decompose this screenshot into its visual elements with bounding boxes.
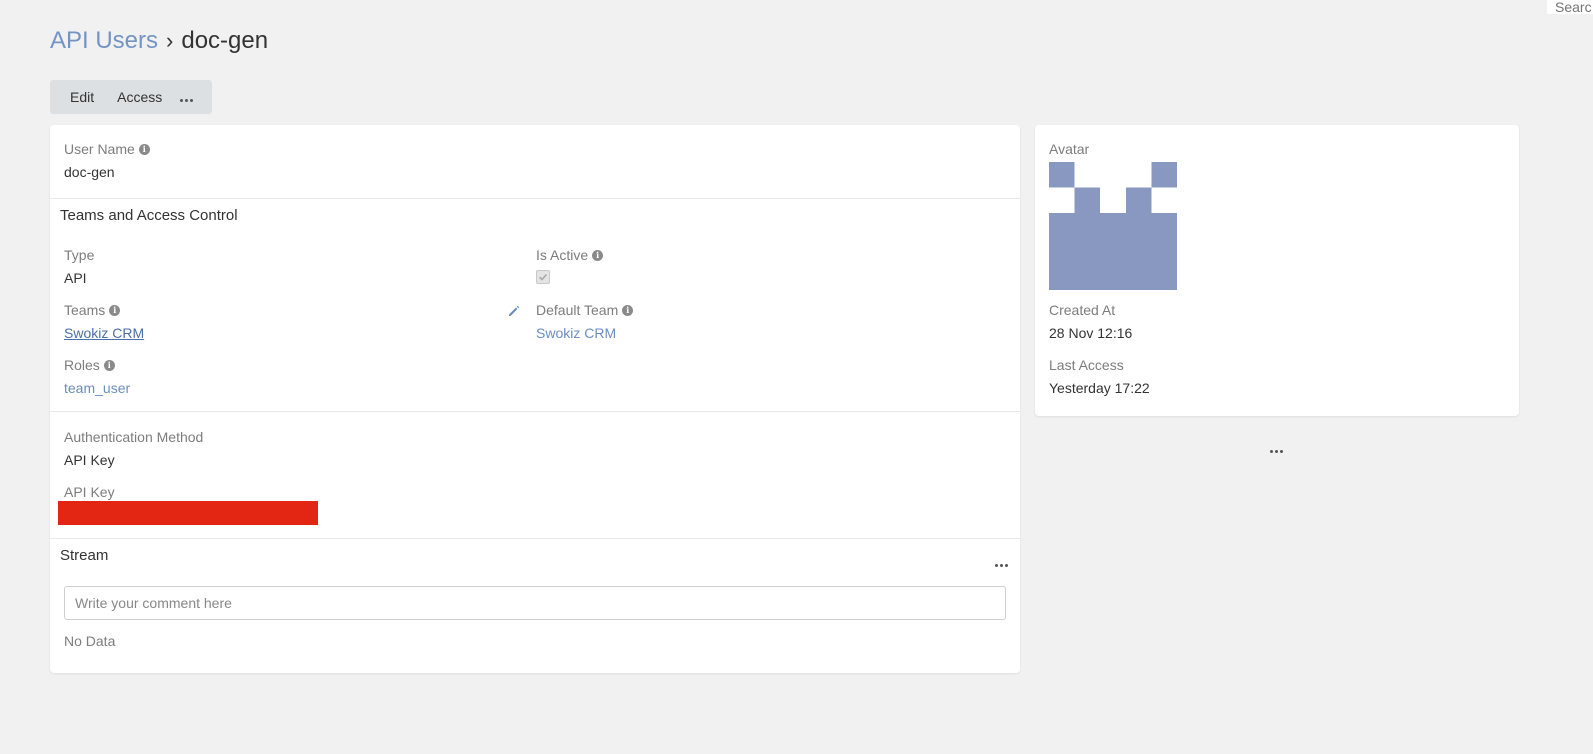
is-active-label: Is Active (536, 247, 589, 263)
user-name-field: User Name i doc-gen (64, 140, 150, 182)
teams-access-section: Teams and Access Control Type API Is Act… (50, 199, 1020, 412)
comment-input[interactable] (64, 586, 1006, 620)
type-label: Type (64, 247, 95, 263)
is-active-checkbox (536, 270, 550, 284)
type-field: Type API (64, 246, 94, 288)
default-team-value-link[interactable]: Swokiz CRM (536, 323, 633, 343)
auth-method-label: Authentication Method (64, 429, 204, 445)
api-key-redacted-value (58, 501, 318, 525)
stream-title: Stream (60, 547, 109, 564)
api-key-label: API Key (64, 484, 115, 500)
auth-method-value: API Key (64, 452, 115, 468)
avatar-field: Avatar (1049, 140, 1089, 158)
page: API Users › doc-gen Edit Access User Nam… (0, 0, 1593, 754)
default-team-label: Default Team (536, 302, 619, 318)
teams-value-link[interactable]: Swokiz CRM (64, 323, 144, 343)
stream-section: Stream No Data (50, 539, 1020, 672)
info-icon[interactable]: i (592, 249, 604, 261)
user-name-value: doc-gen (64, 164, 115, 180)
breadcrumb-api-users-link[interactable]: API Users (50, 26, 158, 56)
stream-empty-text: No Data (64, 633, 116, 649)
check-icon (538, 273, 548, 281)
side-panel: Avatar Created At 28 Nov 12:16 Last Acce… (1035, 125, 1519, 416)
last-access-value: Yesterday 17:22 (1049, 380, 1150, 396)
teams-label: Teams (64, 302, 106, 318)
side-panel-more-button[interactable] (1270, 440, 1283, 456)
user-name-label: User Name (64, 141, 135, 157)
avatar-label: Avatar (1049, 141, 1090, 157)
info-icon[interactable]: i (138, 143, 150, 155)
last-access-field: Last Access Yesterday 17:22 (1049, 356, 1150, 398)
default-team-field: Default Team i Swokiz CRM (536, 301, 634, 343)
created-at-field: Created At 28 Nov 12:16 (1049, 301, 1132, 343)
ellipsis-icon (1270, 450, 1283, 453)
ellipsis-icon (995, 564, 1008, 567)
roles-field: Roles i team_user (64, 356, 130, 398)
info-icon[interactable]: i (109, 304, 121, 316)
type-value: API (64, 270, 87, 286)
stream-menu-button[interactable] (995, 554, 1008, 570)
pencil-icon[interactable] (507, 304, 521, 318)
last-access-label: Last Access (1049, 357, 1124, 373)
record-toolbar: Edit Access (50, 80, 212, 114)
auth-method-field: Authentication Method API Key (64, 428, 203, 470)
avatar (1049, 162, 1177, 290)
breadcrumb-separator: › (166, 28, 174, 53)
info-icon[interactable]: i (622, 304, 634, 316)
page-title: doc-gen (181, 27, 269, 54)
roles-label: Roles (64, 357, 100, 373)
created-at-label: Created At (1049, 302, 1116, 318)
breadcrumb: API Users › doc-gen (50, 26, 268, 56)
teams-access-title: Teams and Access Control (60, 207, 238, 224)
info-icon[interactable]: i (103, 359, 115, 371)
global-search-input[interactable] (1547, 0, 1593, 14)
edit-button[interactable]: Edit (50, 80, 109, 114)
detail-panel: User Name i doc-gen Teams and Access Con… (50, 125, 1020, 673)
created-at-value: 28 Nov 12:16 (1049, 325, 1133, 341)
user-name-section: User Name i doc-gen (50, 125, 1020, 199)
roles-value-link[interactable]: team_user (64, 378, 130, 398)
teams-field: Teams i Swokiz CRM (64, 301, 144, 343)
api-key-field: API Key (64, 483, 115, 501)
ellipsis-icon (180, 99, 194, 102)
more-actions-button[interactable] (174, 80, 199, 114)
authentication-section: Authentication Method API Key API Key (50, 412, 1020, 539)
is-active-field: Is Active i (536, 246, 604, 285)
access-button[interactable]: Access (109, 80, 174, 114)
